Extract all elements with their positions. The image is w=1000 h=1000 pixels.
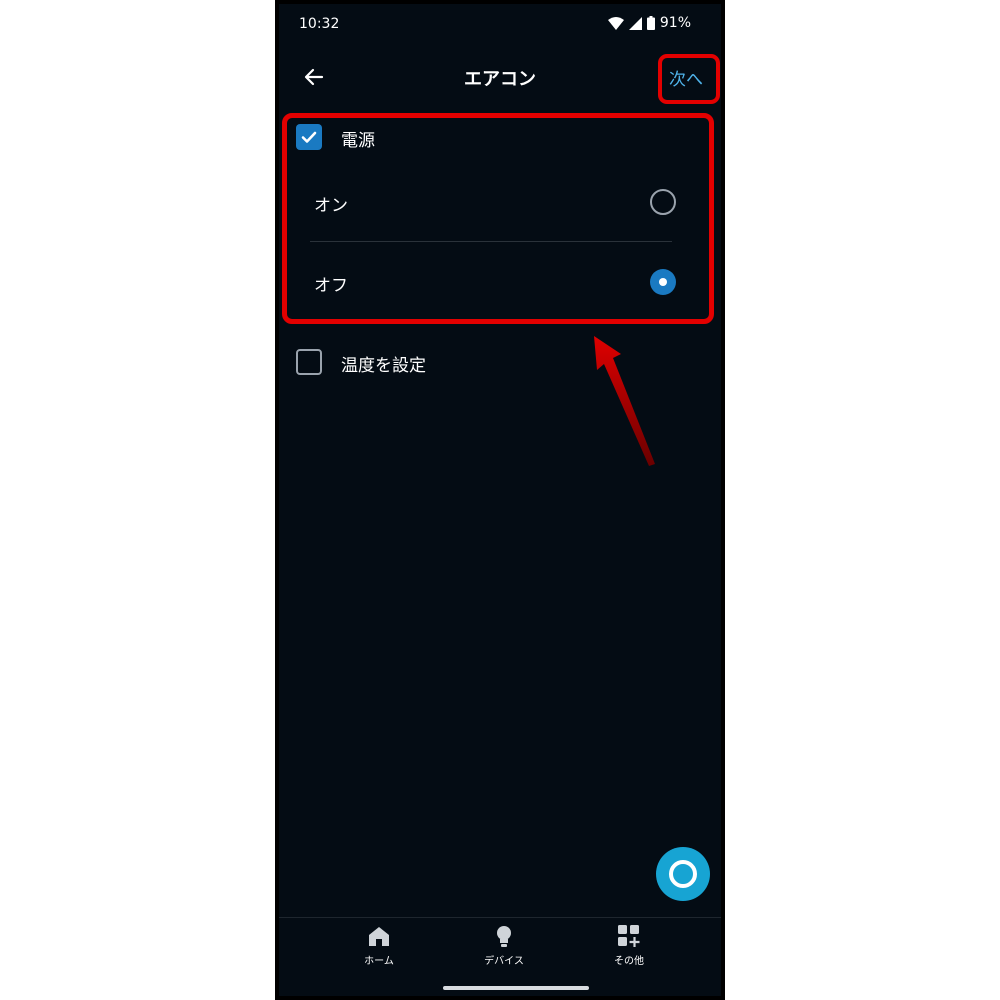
nav-devices-label: デバイス bbox=[484, 956, 524, 967]
nav-more[interactable]: その他 bbox=[584, 924, 674, 967]
wifi-icon bbox=[607, 16, 624, 30]
alexa-button[interactable] bbox=[656, 847, 710, 901]
next-button-highlight bbox=[658, 54, 720, 104]
nav-devices[interactable]: デバイス bbox=[459, 924, 549, 967]
gesture-bar[interactable] bbox=[443, 986, 589, 990]
annotation-arrow-icon bbox=[594, 336, 655, 466]
battery-icon bbox=[646, 16, 655, 30]
nav-home[interactable]: ホーム bbox=[334, 924, 424, 967]
temperature-label: 温度を設定 bbox=[341, 356, 426, 376]
temperature-checkbox[interactable] bbox=[296, 349, 322, 375]
status-icons: 91% bbox=[607, 15, 691, 31]
power-group-highlight bbox=[282, 113, 714, 324]
app-screen: 10:32 91% エアコン 次へ 電源 オン オフ 温度を設定 ホーム デバイ… bbox=[279, 4, 721, 996]
status-time: 10:32 bbox=[299, 16, 340, 32]
page-title: エアコン bbox=[464, 69, 536, 90]
nav-more-label: その他 bbox=[614, 956, 644, 967]
nav-home-label: ホーム bbox=[364, 956, 394, 967]
nav-divider bbox=[279, 917, 721, 918]
phone-frame: 10:32 91% エアコン 次へ 電源 オン オフ 温度を設定 ホーム デバイ… bbox=[275, 0, 725, 1000]
home-icon bbox=[369, 927, 389, 946]
battery-percent: 91% bbox=[659, 15, 691, 31]
bulb-icon bbox=[497, 926, 511, 947]
more-icon bbox=[618, 925, 640, 947]
signal-icon bbox=[628, 16, 642, 30]
